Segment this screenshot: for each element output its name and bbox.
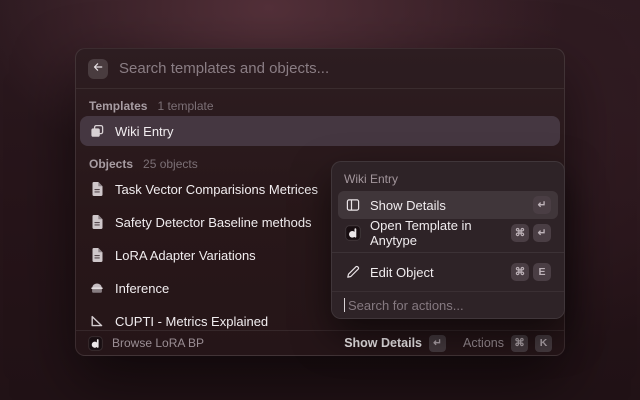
document-icon bbox=[89, 214, 105, 230]
footer-primary-action[interactable]: Show Details bbox=[344, 336, 422, 350]
arrow-left-icon bbox=[92, 60, 104, 78]
command-key-badge: ⌘ bbox=[511, 224, 529, 242]
footer-actions-group: Show Details ↵ Actions ⌘ K bbox=[344, 335, 552, 352]
menu-divider bbox=[332, 252, 564, 253]
document-icon bbox=[89, 181, 105, 197]
templates-section-header: Templates 1 template bbox=[76, 99, 564, 113]
anytype-logo-icon bbox=[88, 336, 103, 351]
return-key-badge: ↵ bbox=[429, 335, 446, 352]
templates-section-label: Templates bbox=[89, 99, 147, 113]
menu-item-open-template[interactable]: Open Template in Anytype ⌘ ↵ bbox=[338, 219, 558, 247]
pencil-icon bbox=[345, 264, 361, 280]
anytype-logo-icon bbox=[345, 225, 361, 241]
split-panel-icon bbox=[345, 197, 361, 213]
list-item-title: LoRA Adapter Variations bbox=[115, 248, 256, 263]
list-item-wiki-entry[interactable]: Wiki Entry bbox=[80, 116, 560, 146]
footer-context-label: Browse LoRA BP bbox=[112, 336, 204, 350]
k-key-badge: K bbox=[535, 335, 552, 352]
text-cursor bbox=[344, 298, 345, 312]
command-key-badge: ⌘ bbox=[511, 335, 528, 352]
e-key-badge: E bbox=[533, 263, 551, 281]
footer-actions-button[interactable]: Actions bbox=[463, 336, 504, 350]
triangle-icon bbox=[89, 313, 105, 329]
menu-item-shortcut: ⌘ E bbox=[511, 263, 551, 281]
template-icon bbox=[89, 123, 105, 139]
list-item-title: Safety Detector Baseline methods bbox=[115, 215, 312, 230]
objects-section-label: Objects bbox=[89, 157, 133, 171]
menu-item-edit-object[interactable]: Edit Object ⌘ E bbox=[338, 258, 558, 286]
action-menu: Wiki Entry Show Details ↵ Open bbox=[331, 161, 565, 319]
list-item-title: Task Vector Comparisions Metrices bbox=[115, 182, 318, 197]
list-item-title: CUPTI - Metrics Explained bbox=[115, 314, 268, 329]
menu-item-label: Show Details bbox=[370, 198, 446, 213]
menu-item-shortcut: ⌘ ↵ bbox=[511, 224, 551, 242]
footer-bar: Browse LoRA BP Show Details ↵ Actions ⌘ … bbox=[76, 330, 564, 355]
return-key-badge: ↵ bbox=[533, 224, 551, 242]
return-key-badge: ↵ bbox=[533, 196, 551, 214]
menu-item-shortcut: ↵ bbox=[533, 196, 551, 214]
document-icon bbox=[89, 247, 105, 263]
action-search-input[interactable]: Search for actions... bbox=[332, 291, 564, 318]
menu-item-show-details[interactable]: Show Details ↵ bbox=[338, 191, 558, 219]
emoji-object-icon bbox=[89, 280, 105, 296]
action-search-placeholder: Search for actions... bbox=[348, 298, 464, 313]
menu-item-label: Open Template in Anytype bbox=[370, 218, 502, 248]
action-menu-header: Wiki Entry bbox=[332, 162, 564, 191]
search-bar: Search templates and objects... bbox=[76, 49, 564, 89]
search-input[interactable]: Search templates and objects... bbox=[119, 60, 329, 77]
back-button[interactable] bbox=[88, 59, 108, 79]
list-item-title: Inference bbox=[115, 281, 169, 296]
quick-search-modal: Search templates and objects... Template… bbox=[75, 48, 565, 356]
command-key-badge: ⌘ bbox=[511, 263, 529, 281]
list-item-title: Wiki Entry bbox=[115, 124, 174, 139]
menu-item-label: Edit Object bbox=[370, 265, 434, 280]
objects-section-count: 25 objects bbox=[143, 157, 198, 171]
templates-section-count: 1 template bbox=[157, 99, 213, 113]
